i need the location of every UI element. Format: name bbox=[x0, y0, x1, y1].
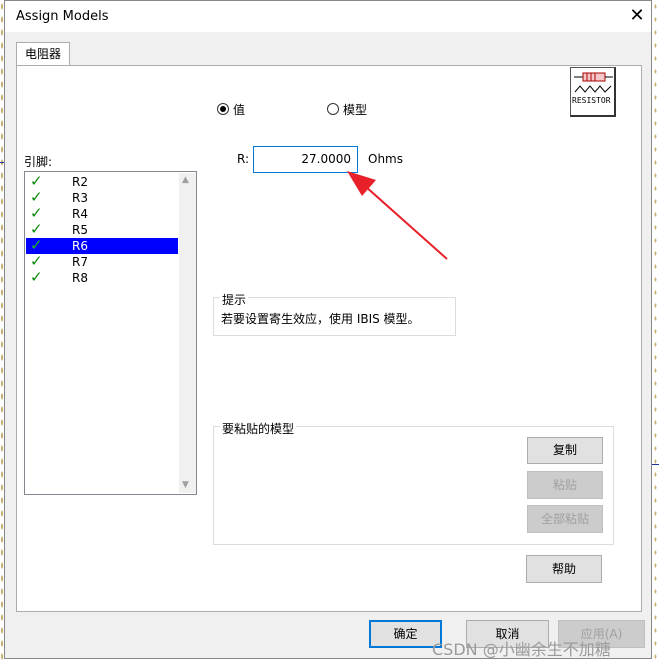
list-scrollbar[interactable]: ▲ ▼ bbox=[179, 173, 196, 493]
scroll-up-icon[interactable]: ▲ bbox=[182, 175, 189, 185]
canvas-grid-right bbox=[652, 0, 659, 665]
list-item[interactable]: ✓ R5 bbox=[26, 220, 178, 238]
help-button[interactable]: 帮助 bbox=[526, 555, 602, 583]
hint-title: 提示 bbox=[220, 291, 249, 308]
close-icon: ✕ bbox=[629, 5, 645, 26]
resistor-symbol-icon: RESISTOR bbox=[570, 67, 616, 117]
pins-label: 引脚: bbox=[24, 155, 53, 169]
radio-model[interactable]: 模型 bbox=[327, 101, 387, 117]
radio-model-indicator bbox=[327, 103, 339, 115]
canvas-trace-right bbox=[652, 464, 659, 465]
radio-value-indicator bbox=[217, 103, 229, 115]
copy-button[interactable]: 复制 bbox=[527, 437, 603, 464]
list-item[interactable]: ✓ R7 bbox=[26, 252, 178, 270]
hint-groupbox: 提示 若要设置寄生效应，使用 IBIS 模型。 bbox=[213, 291, 456, 336]
resistor-symbol-label: RESISTOR bbox=[572, 96, 611, 105]
annotation-arrow-icon bbox=[347, 171, 448, 260]
tab-resistor[interactable]: 电阻器 bbox=[16, 42, 70, 66]
check-icon: ✓ bbox=[30, 268, 43, 286]
list-item[interactable]: ✓ R4 bbox=[26, 204, 178, 222]
watermark: CSDN @小幽余生不加糖 bbox=[432, 640, 611, 659]
radio-model-label: 模型 bbox=[343, 103, 368, 117]
paste-models-groupbox: 要粘贴的模型 复制 粘贴 全部粘贴 bbox=[213, 420, 614, 545]
scroll-down-icon[interactable]: ▼ bbox=[182, 480, 189, 490]
list-item-selected[interactable]: ✓ R6 bbox=[26, 236, 178, 254]
window-title: Assign Models bbox=[16, 9, 109, 24]
list-item[interactable]: ✓ R2 bbox=[26, 172, 178, 190]
assign-models-dialog: Assign Models ✕ 电阻器 值 模型 RESISTOR 引脚: ✓ … bbox=[4, 0, 652, 659]
paste-all-button[interactable]: 全部粘贴 bbox=[527, 505, 603, 533]
paste-models-title: 要粘贴的模型 bbox=[220, 420, 297, 437]
resistance-unit: Ohms bbox=[368, 152, 403, 166]
resistance-label: R: bbox=[237, 152, 250, 166]
hint-text: 若要设置寄生效应，使用 IBIS 模型。 bbox=[221, 312, 420, 326]
radio-value-label: 值 bbox=[233, 103, 246, 117]
close-button[interactable]: ✕ bbox=[623, 3, 651, 29]
list-item[interactable]: ✓ R8 bbox=[26, 268, 178, 286]
title-bar: Assign Models ✕ bbox=[5, 1, 651, 32]
radio-value[interactable]: 值 bbox=[217, 101, 277, 117]
list-item[interactable]: ✓ R3 bbox=[26, 188, 178, 206]
paste-button[interactable]: 粘贴 bbox=[527, 471, 603, 499]
pins-list[interactable]: ✓ R2 ✓ R3 ✓ R4 ✓ R5 ✓ R6 ✓ R7 ✓ R8 ▲ ▼ bbox=[24, 171, 197, 495]
